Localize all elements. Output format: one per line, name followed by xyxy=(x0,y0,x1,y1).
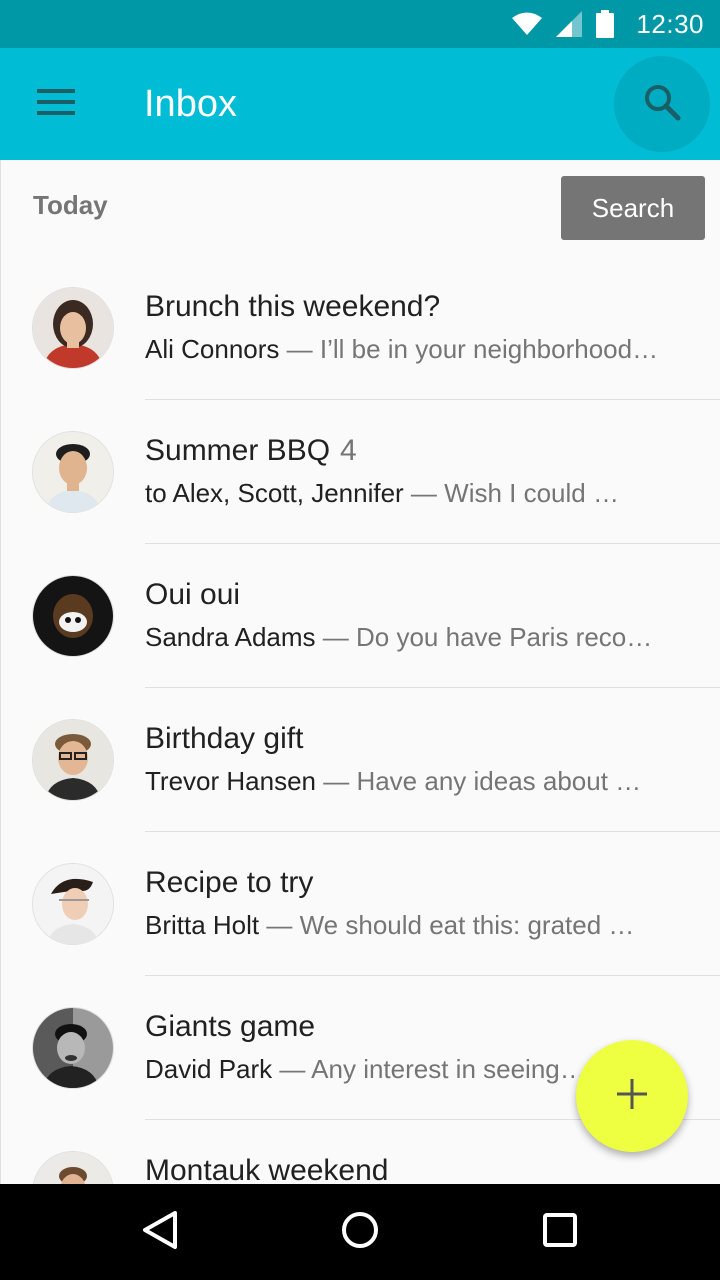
message-preview: — Wish I could … xyxy=(403,478,619,508)
message-subject: Recipe to try xyxy=(145,866,314,899)
section-header-today: Today xyxy=(33,190,108,220)
avatar xyxy=(33,1008,113,1088)
battery-icon xyxy=(596,10,615,38)
search-button[interactable]: Search xyxy=(561,176,705,240)
message-preview: — Have any ideas about … xyxy=(316,766,642,796)
message-sender: to Alex, Scott, Jennifer xyxy=(145,478,404,508)
avatar xyxy=(33,288,113,368)
wifi-icon xyxy=(512,12,543,36)
back-button[interactable] xyxy=(136,1208,184,1256)
home-button[interactable] xyxy=(336,1208,384,1256)
menu-button[interactable] xyxy=(20,76,92,132)
message-count-badge: 4 xyxy=(340,434,357,467)
message-preview: — Do you have Paris reco… xyxy=(315,622,653,652)
search-icon xyxy=(643,83,681,126)
message-sender: Trevor Hansen xyxy=(145,766,316,796)
message-subject: Brunch this weekend? xyxy=(145,290,441,323)
menu-icon xyxy=(37,88,75,120)
message-sender: Ali Connors xyxy=(145,334,280,364)
recents-icon xyxy=(542,1212,578,1253)
inbox-content: Today Search Brunch this weekend? Ali Co… xyxy=(0,160,720,1184)
message-subject: Birthday gift xyxy=(145,722,304,755)
message-subject: Summer BBQ xyxy=(145,434,331,467)
home-icon xyxy=(340,1210,380,1255)
back-icon xyxy=(141,1210,179,1255)
status-clock: 12:30 xyxy=(636,8,704,39)
avatar xyxy=(33,432,113,512)
message-preview: — I’ll be in your neighborhood… xyxy=(279,334,659,364)
list-item[interactable]: Summer BBQ 4 to Alex, Scott, Jennifer — W… xyxy=(1,400,720,544)
message-subject: Oui oui xyxy=(145,578,241,611)
message-sender: Britta Holt xyxy=(145,910,260,940)
avatar xyxy=(33,1152,113,1184)
compose-fab[interactable] xyxy=(576,1040,688,1152)
search-action-button[interactable] xyxy=(614,56,710,152)
signal-icon xyxy=(556,11,583,37)
recents-button[interactable] xyxy=(536,1208,584,1256)
app-bar: Inbox xyxy=(0,48,720,160)
status-bar: 12:30 xyxy=(0,0,720,48)
avatar xyxy=(33,864,113,944)
message-preview: — Any interest in seeing… xyxy=(272,1054,586,1084)
navigation-bar xyxy=(0,1184,720,1280)
avatar xyxy=(33,720,113,800)
plus-icon xyxy=(617,1078,647,1114)
message-preview: — We should eat this: grated … xyxy=(259,910,635,940)
list-item[interactable]: Recipe to try Britta Holt — We should ea… xyxy=(1,832,720,976)
list-item[interactable]: Brunch this weekend? Ali Connors — I’ll … xyxy=(1,256,720,400)
status-icons: 12:30 xyxy=(512,0,704,48)
list-item[interactable]: Birthday gift Trevor Hansen — Have any i… xyxy=(1,688,720,832)
list-item[interactable]: Oui oui Sandra Adams — Do you have Paris… xyxy=(1,544,720,688)
avatar xyxy=(33,576,113,656)
page-title: Inbox xyxy=(144,83,237,125)
message-sender: David Park xyxy=(145,1054,273,1084)
message-subject: Giants game xyxy=(145,1010,316,1043)
message-subject: Montauk weekend xyxy=(145,1154,389,1184)
message-sender: Sandra Adams xyxy=(145,622,316,652)
